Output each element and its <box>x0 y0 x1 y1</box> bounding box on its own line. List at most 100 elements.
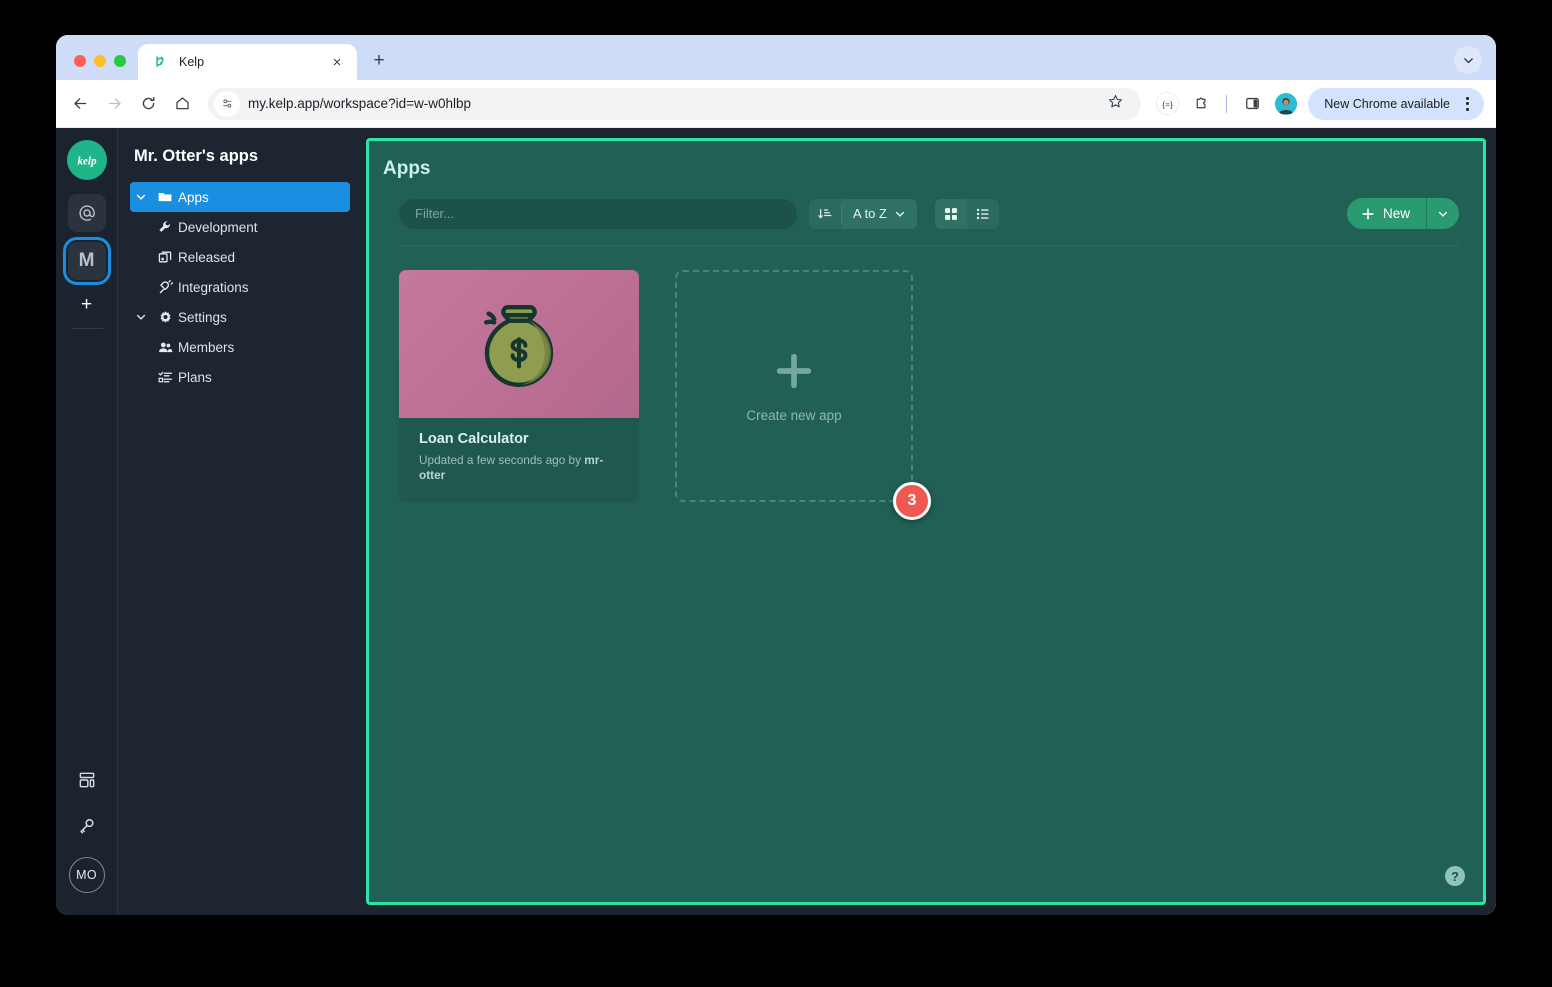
sort-ascending-icon[interactable] <box>809 199 841 229</box>
grid-view-icon[interactable] <box>934 198 967 229</box>
create-new-app-label: Create new app <box>746 408 842 423</box>
kelp-favicon-icon <box>152 54 169 71</box>
tabstrip-right-controls <box>1454 46 1496 80</box>
apps-toolbar: A to Z <box>369 180 1483 229</box>
list-view-icon[interactable] <box>967 199 999 229</box>
chevron-down-icon[interactable] <box>1454 46 1482 74</box>
sort-control: A to Z <box>809 198 917 229</box>
rail-bottom-group: MO <box>68 765 105 915</box>
update-label: New Chrome available <box>1324 96 1450 111</box>
app-card[interactable]: Loan Calculator Updated a few seconds ag… <box>399 270 639 502</box>
new-tab-button[interactable]: + <box>365 47 393 75</box>
url-text: my.kelp.app/workspace?id=w-w0hlbp <box>248 96 471 111</box>
chevron-down-icon <box>1438 211 1448 217</box>
chevron-down-icon[interactable] <box>130 311 152 323</box>
chevron-down-icon <box>895 211 905 217</box>
sidebar-item-released[interactable]: Released <box>130 242 350 272</box>
close-icon[interactable]: × <box>327 52 347 72</box>
create-new-app-card[interactable]: Create new app 3 <box>675 270 931 520</box>
browser-toolbar: my.kelp.app/workspace?id=w-w0hlbp {=} Ne… <box>56 80 1496 128</box>
workspace-m-label: M <box>78 250 95 271</box>
page-title: Apps <box>383 158 431 179</box>
sort-dropdown[interactable]: A to Z <box>842 198 917 229</box>
sidebar-label-settings: Settings <box>178 309 227 325</box>
site-settings-icon[interactable] <box>214 90 240 117</box>
workspace-rail: kelp M + MO <box>56 128 118 915</box>
sidebar-label-members: Members <box>178 339 235 355</box>
templates-icon[interactable] <box>72 765 102 795</box>
tab-title: Kelp <box>179 55 205 69</box>
apps-panel: Apps A to Z <box>366 138 1486 905</box>
plus-icon <box>1362 208 1374 219</box>
step-badge: 3 <box>893 482 931 520</box>
app-card-title: Loan Calculator <box>419 431 529 447</box>
browser-tabstrip: Kelp × + <box>56 35 1496 80</box>
puzzle-piece-icon[interactable] <box>1185 88 1217 120</box>
sidebar-item-development[interactable]: Development <box>130 212 350 242</box>
extensions-badge-icon[interactable]: {=} <box>1151 88 1183 120</box>
gear-icon <box>152 309 178 326</box>
star-icon[interactable] <box>1107 93 1127 115</box>
rail-divider <box>70 328 103 329</box>
close-window-button[interactable] <box>74 55 86 67</box>
user-avatar[interactable]: MO <box>68 857 105 893</box>
help-button[interactable]: ? <box>1445 866 1465 886</box>
app-body: kelp M + MO Mr. Otter's apps Apps Develo… <box>56 128 1496 915</box>
sidebar-item-apps[interactable]: Apps <box>130 182 350 212</box>
folder-icon <box>152 189 178 205</box>
browser-window: Kelp × + my.kelp.app/workspace?id=w-w0hl… <box>56 35 1496 915</box>
svg-text:{=}: {=} <box>1162 99 1173 109</box>
sort-label: A to Z <box>853 206 887 221</box>
side-panel-icon[interactable] <box>1236 88 1268 120</box>
toolbar-divider <box>1226 94 1228 113</box>
minimize-window-button[interactable] <box>94 55 106 67</box>
browser-tab[interactable]: Kelp × <box>138 44 357 80</box>
window-traffic-lights <box>56 55 138 80</box>
key-icon[interactable] <box>72 811 102 841</box>
main-area: Apps A to Z <box>362 128 1496 915</box>
app-card-artwork <box>399 270 639 418</box>
new-button-label: New <box>1382 206 1410 221</box>
app-card-meta-prefix: Updated a few seconds ago by <box>419 453 585 467</box>
sidebar-label-released: Released <box>178 249 236 265</box>
new-dropdown-button[interactable] <box>1427 198 1459 229</box>
new-button-group: New <box>1346 198 1459 229</box>
svg-text:kelp: kelp <box>77 155 96 167</box>
apps-grid: Loan Calculator Updated a few seconds ag… <box>369 246 1483 520</box>
list-check-icon <box>152 369 178 386</box>
new-button[interactable]: New <box>1347 198 1426 229</box>
profile-avatar[interactable] <box>1275 92 1298 115</box>
maximize-window-button[interactable] <box>114 55 126 67</box>
kelp-logo-icon[interactable]: kelp <box>66 140 107 180</box>
sidebar-item-integrations[interactable]: Integrations <box>130 272 350 302</box>
workspace-switcher-m[interactable]: M <box>62 237 111 285</box>
forward-arrow-icon[interactable] <box>98 88 130 120</box>
workspace-title: Mr. Otter's apps <box>134 147 259 165</box>
wrench-icon <box>152 219 178 235</box>
plug-icon <box>152 279 178 296</box>
reload-icon[interactable] <box>132 88 164 120</box>
sidebar-item-plans[interactable]: Plans <box>130 362 350 392</box>
sidebar-item-settings[interactable]: Settings <box>130 302 350 332</box>
filter-input[interactable] <box>399 198 797 229</box>
sidebar-label-development: Development <box>178 219 258 235</box>
view-toggle <box>934 198 999 229</box>
money-bag-icon <box>484 305 554 387</box>
plus-icon <box>772 349 816 398</box>
chrome-update-button[interactable]: New Chrome available <box>1308 87 1484 120</box>
workspace-switcher-at[interactable] <box>67 194 106 232</box>
address-bar[interactable]: my.kelp.app/workspace?id=w-w0hlbp <box>208 87 1142 120</box>
home-icon[interactable] <box>166 88 198 120</box>
add-workspace-button[interactable]: + <box>68 290 106 320</box>
people-icon <box>152 339 178 356</box>
chevron-down-icon[interactable] <box>130 191 152 203</box>
sidebar-label-integrations: Integrations <box>178 279 249 295</box>
app-card-meta: Updated a few seconds ago by mr-otter <box>419 453 621 483</box>
three-dot-menu-icon[interactable] <box>1456 93 1478 115</box>
app-card-body: Loan Calculator Updated a few seconds ag… <box>399 418 639 499</box>
sidebar-item-members[interactable]: Members <box>130 332 350 362</box>
navigation-sidebar: Mr. Otter's apps Apps Development Releas… <box>118 128 362 915</box>
back-arrow-icon[interactable] <box>64 88 96 120</box>
sidebar-label-apps: Apps <box>178 189 209 205</box>
copy-icon <box>152 249 178 265</box>
